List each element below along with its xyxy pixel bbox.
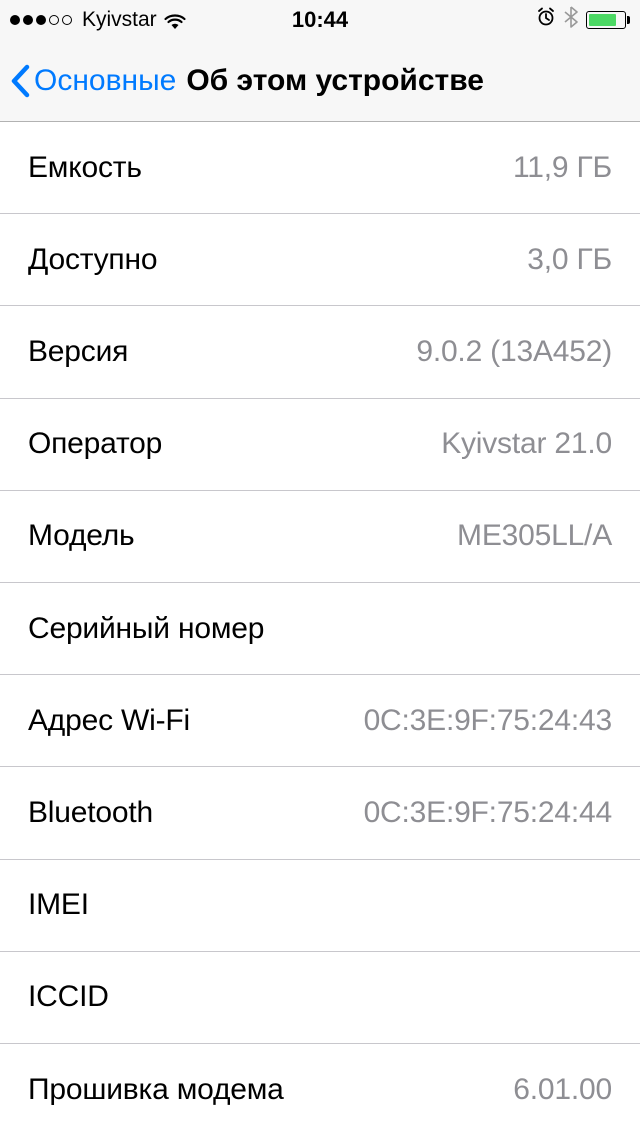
- status-right: [536, 6, 630, 34]
- row-label: Bluetooth: [28, 796, 153, 830]
- carrier-label: Kyivstar: [82, 8, 157, 32]
- row-capacity[interactable]: Емкость 11,9 ГБ: [0, 122, 640, 214]
- battery-icon: [586, 11, 630, 29]
- row-label: IMEI: [28, 888, 89, 922]
- status-bar: Kyivstar 10:44: [0, 0, 640, 40]
- row-label: Прошивка модема: [28, 1073, 284, 1107]
- bluetooth-icon: [564, 6, 578, 34]
- row-bluetooth[interactable]: Bluetooth 0C:3E:9F:75:24:44: [0, 767, 640, 859]
- row-label: Емкость: [28, 151, 142, 185]
- navigation-bar: Основные Об этом устройстве: [0, 40, 640, 122]
- row-available[interactable]: Доступно 3,0 ГБ: [0, 214, 640, 306]
- alarm-icon: [536, 7, 556, 33]
- status-left: Kyivstar: [10, 8, 187, 32]
- row-value: 11,9 ГБ: [513, 151, 612, 185]
- row-label: Модель: [28, 519, 134, 553]
- page-title: Об этом устройстве: [186, 64, 484, 98]
- row-value: 9.0.2 (13A452): [416, 335, 612, 369]
- row-value: 3,0 ГБ: [527, 243, 612, 277]
- row-value: 0C:3E:9F:75:24:44: [364, 796, 612, 830]
- row-iccid[interactable]: ICCID: [0, 952, 640, 1044]
- back-label: Основные: [34, 64, 176, 98]
- signal-strength-icon: [10, 15, 72, 25]
- row-label: Серийный номер: [28, 612, 264, 646]
- row-value: ME305LL/A: [457, 519, 612, 553]
- row-value: Kyivstar 21.0: [441, 427, 612, 461]
- row-label: Адрес Wi-Fi: [28, 704, 190, 738]
- row-label: Оператор: [28, 427, 162, 461]
- row-label: ICCID: [28, 980, 109, 1014]
- status-time: 10:44: [292, 7, 348, 33]
- row-value: 0C:3E:9F:75:24:43: [364, 704, 612, 738]
- row-value: 6.01.00: [513, 1073, 612, 1107]
- row-serial[interactable]: Серийный номер: [0, 583, 640, 675]
- row-modem-firmware[interactable]: Прошивка модема 6.01.00: [0, 1044, 640, 1136]
- chevron-left-icon: [10, 64, 30, 98]
- settings-list: Емкость 11,9 ГБ Доступно 3,0 ГБ Версия 9…: [0, 122, 640, 1136]
- back-button[interactable]: Основные: [10, 64, 176, 98]
- row-label: Доступно: [28, 243, 157, 277]
- row-imei[interactable]: IMEI: [0, 860, 640, 952]
- row-version[interactable]: Версия 9.0.2 (13A452): [0, 306, 640, 398]
- row-wifi-address[interactable]: Адрес Wi-Fi 0C:3E:9F:75:24:43: [0, 675, 640, 767]
- row-label: Версия: [28, 335, 128, 369]
- row-carrier[interactable]: Оператор Kyivstar 21.0: [0, 399, 640, 491]
- row-model[interactable]: Модель ME305LL/A: [0, 491, 640, 583]
- wifi-icon: [163, 11, 187, 29]
